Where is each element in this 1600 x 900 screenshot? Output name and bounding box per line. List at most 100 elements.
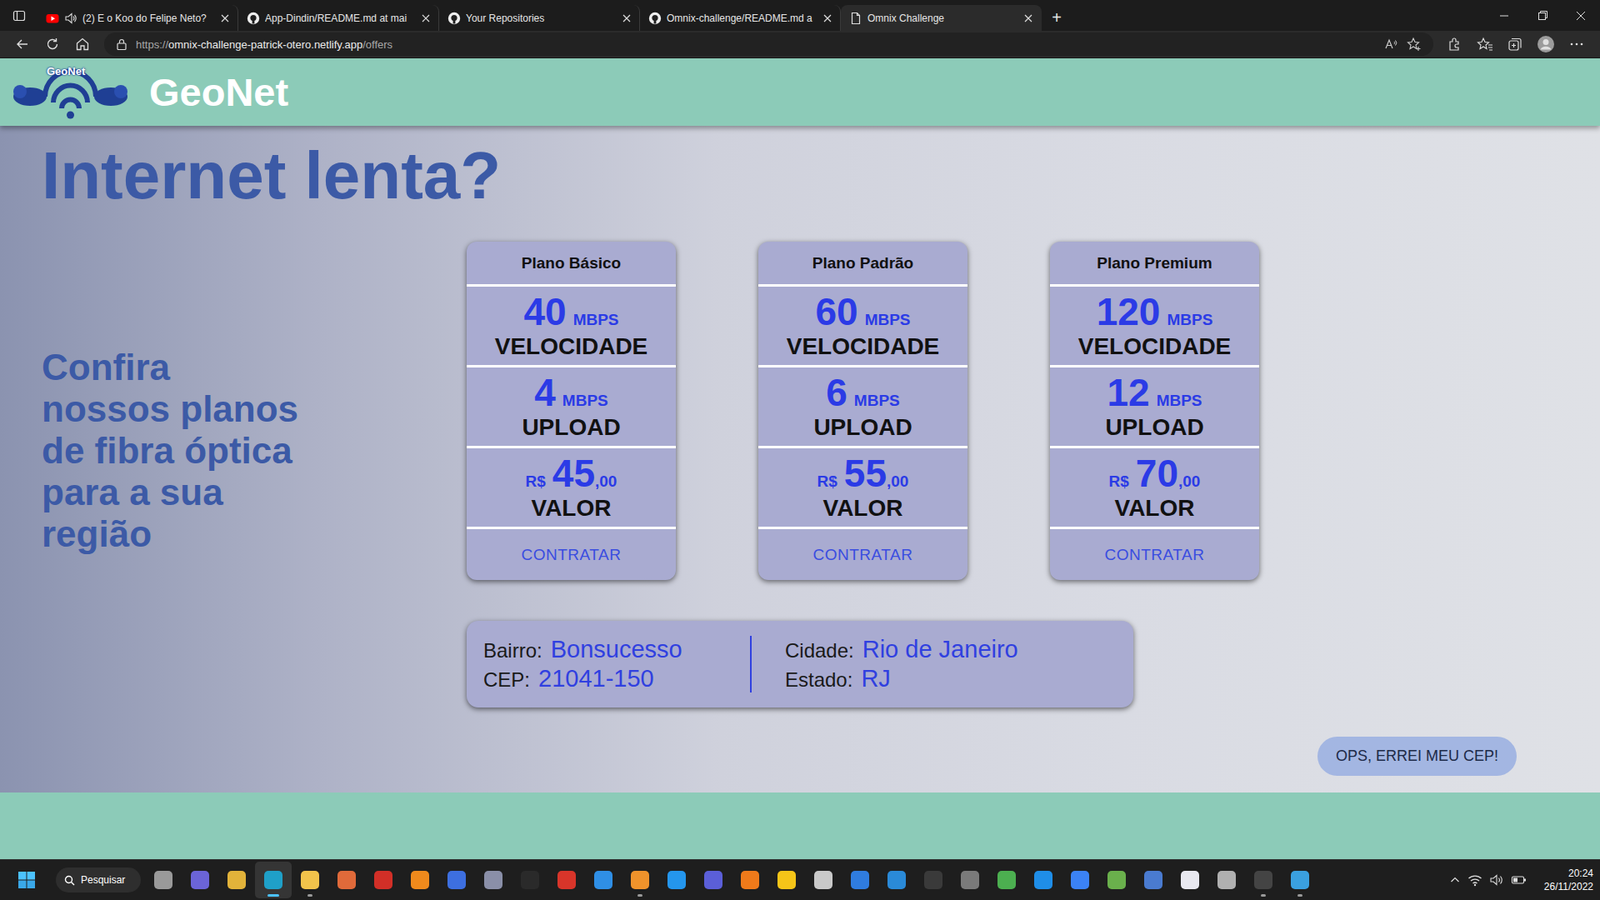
clock[interactable]: 20:2426/11/2022 <box>1544 866 1594 894</box>
close-icon[interactable] <box>823 14 832 23</box>
speed-stat: 120MBPSVELOCIDADE <box>1050 286 1260 368</box>
taskbar-app[interactable] <box>401 861 439 899</box>
taskbar-app[interactable] <box>768 861 805 899</box>
upload-label: UPLOAD <box>1105 413 1204 442</box>
taskbar-app[interactable] <box>255 861 292 899</box>
taskbar-app[interactable] <box>731 861 769 899</box>
taskbar-app[interactable] <box>695 861 732 899</box>
taskbar-app[interactable] <box>658 861 695 899</box>
plan-card: Plano Básico40MBPSVELOCIDADE4MBPSUPLOADR… <box>466 241 676 580</box>
brand-title[interactable]: GeoNet <box>149 69 289 115</box>
chevron-up-icon[interactable] <box>1449 874 1461 886</box>
menu-icon[interactable] <box>1568 35 1585 53</box>
headline: Internet lenta? <box>41 139 1559 213</box>
fix-cep-button[interactable]: OPS, ERREI MEU CEP! <box>1317 736 1517 776</box>
tagline-line: região <box>41 513 467 555</box>
volume-icon[interactable] <box>1489 873 1505 887</box>
taskbar-app[interactable] <box>365 861 402 899</box>
tab-strip: (2) E o Koo do Felipe Neto? App-Dindin/RE… <box>0 0 1600 31</box>
taskbar-app[interactable] <box>548 861 585 899</box>
taskbar-app[interactable] <box>328 861 365 899</box>
taskbar-app[interactable] <box>511 861 549 899</box>
app-icon <box>814 870 833 890</box>
favorites-icon[interactable] <box>1476 35 1494 53</box>
taskbar-app[interactable] <box>915 861 952 899</box>
app-icon <box>300 870 320 890</box>
home-icon[interactable] <box>74 35 91 53</box>
taskbar-app[interactable] <box>841 861 879 899</box>
lock-icon[interactable] <box>115 37 128 51</box>
app-icon <box>264 870 283 890</box>
taskbar-app[interactable] <box>1208 861 1245 899</box>
collections-icon[interactable] <box>1506 35 1524 53</box>
location-value: Bonsucesso <box>550 635 683 664</box>
browser-tab[interactable]: App-Dindin/README.md at mai <box>238 5 440 31</box>
taskbar-app[interactable] <box>438 861 475 899</box>
tab-label: (2) E o Koo do Felipe Neto? <box>82 12 216 25</box>
contract-button[interactable]: CONTRATAR <box>758 529 968 580</box>
close-icon[interactable] <box>1024 14 1033 23</box>
location-label: Bairro: <box>483 639 543 663</box>
close-window-icon[interactable] <box>1561 3 1600 29</box>
upload-unit: MBPS <box>1156 391 1203 410</box>
site-footer <box>0 792 1600 860</box>
extensions-icon[interactable] <box>1446 35 1464 53</box>
site-header: GeoNet GeoNet <box>0 58 1600 126</box>
taskbar-app[interactable] <box>475 861 512 899</box>
browser-tab[interactable]: (2) E o Koo do Felipe Neto? <box>37 5 239 31</box>
taskbar-app[interactable] <box>585 861 622 899</box>
taskbar-app[interactable] <box>145 861 182 899</box>
close-icon[interactable] <box>622 14 631 23</box>
taskbar-app[interactable] <box>1245 861 1282 899</box>
address-bar[interactable]: https://omnix-challenge-patrick-otero.ne… <box>104 32 1434 56</box>
app-icon <box>667 870 686 890</box>
tab-label: App-Dindin/README.md at mai <box>265 12 417 25</box>
battery-icon[interactable] <box>1510 873 1528 887</box>
clock-time: 20:24 <box>1568 866 1594 880</box>
taskbar-app[interactable] <box>181 861 219 899</box>
close-icon[interactable] <box>220 14 230 23</box>
hero-body: Confiranossos planosde fibra ópticapara … <box>41 241 1559 708</box>
taskbar-app[interactable] <box>1025 861 1062 899</box>
taskbar-app[interactable] <box>1135 861 1172 899</box>
speaker-icon[interactable] <box>64 11 78 25</box>
new-tab-button[interactable]: + <box>1041 5 1072 31</box>
taskbar-app[interactable] <box>291 861 329 899</box>
price-value-row: R$55,00 <box>817 452 910 495</box>
browser-tab[interactable]: Omnix Challenge <box>840 5 1042 31</box>
browser-tab[interactable]: Omnix-challenge/README.md a <box>640 5 841 31</box>
add-favorite-icon[interactable] <box>1406 36 1422 52</box>
restore-icon[interactable] <box>1523 3 1562 29</box>
taskbar-app[interactable] <box>218 861 255 899</box>
tab-actions-icon[interactable] <box>0 0 38 31</box>
read-aloud-icon[interactable] <box>1383 36 1399 52</box>
page-icon <box>849 11 863 25</box>
taskbar-search[interactable]: Pesquisar <box>55 867 141 893</box>
speed-value-row: 120MBPS <box>1096 290 1214 333</box>
taskbar-app[interactable] <box>1281 861 1319 899</box>
price-label: VALOR <box>1115 494 1195 523</box>
taskbar-app[interactable] <box>1061 861 1099 899</box>
close-icon[interactable] <box>421 14 430 23</box>
contract-button[interactable]: CONTRATAR <box>466 529 676 580</box>
taskbar-app[interactable] <box>878 861 915 899</box>
taskbar-app[interactable] <box>988 861 1025 899</box>
taskbar-app[interactable] <box>1098 861 1135 899</box>
back-icon[interactable] <box>14 35 31 53</box>
minimize-icon[interactable] <box>1485 3 1524 29</box>
taskbar-app[interactable] <box>1171 861 1209 899</box>
wifi-icon[interactable] <box>1467 873 1483 887</box>
profile-icon[interactable] <box>1536 35 1555 54</box>
browser-tab[interactable]: Your Repositories <box>439 5 640 31</box>
taskbar-app[interactable] <box>621 861 659 899</box>
location-field: Cidade:Rio de Janeiro <box>785 635 1019 664</box>
reload-icon[interactable] <box>44 35 61 53</box>
start-button[interactable] <box>10 863 44 897</box>
logo[interactable]: GeoNet <box>10 63 131 122</box>
running-indicator <box>1297 894 1303 897</box>
speed-value-row: 60MBPS <box>815 290 910 333</box>
contract-button[interactable]: CONTRATAR <box>1050 529 1260 580</box>
taskbar-app[interactable] <box>805 861 842 899</box>
taskbar-app[interactable] <box>951 861 989 899</box>
url-host: omnix-challenge-patrick-otero.netlify.ap… <box>168 38 363 51</box>
